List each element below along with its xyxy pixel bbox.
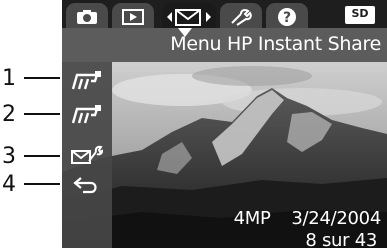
menu-title-bar: Menu HP Instant Share bbox=[62, 28, 387, 62]
setup-wrench-icon bbox=[231, 8, 252, 26]
menu-title: Menu HP Instant Share bbox=[170, 33, 381, 55]
callout-line bbox=[24, 113, 60, 115]
share-envelope-icon bbox=[167, 8, 211, 26]
callout-number: 2 bbox=[2, 102, 16, 127]
hp-destination-1-icon bbox=[71, 71, 101, 90]
menu-item-destination-1[interactable] bbox=[66, 68, 106, 94]
callout-1: 1 bbox=[0, 66, 62, 91]
tab-capture[interactable] bbox=[66, 3, 108, 30]
share-menu-sidebar bbox=[62, 62, 112, 248]
tab-playback[interactable] bbox=[112, 3, 154, 30]
callout-line bbox=[24, 155, 60, 157]
date-label: 3/24/2004 bbox=[291, 208, 381, 229]
tab-setup[interactable] bbox=[220, 3, 262, 30]
callout-number: 4 bbox=[2, 172, 16, 197]
camera-screen: ? SD Menu HP Instant Share 4MP 3/24/2004… bbox=[62, 0, 387, 248]
tab-help[interactable]: ? bbox=[266, 3, 308, 30]
share-setup-icon bbox=[71, 145, 103, 164]
callout-number: 3 bbox=[2, 144, 16, 169]
callout-number: 1 bbox=[2, 66, 16, 91]
tab-instant-share[interactable] bbox=[162, 3, 216, 30]
image-counter: 8 sur 43 bbox=[305, 230, 377, 248]
back-arrow-icon bbox=[73, 177, 97, 194]
hp-destination-2-icon bbox=[71, 105, 101, 124]
camera-icon bbox=[77, 9, 97, 24]
memory-card-label: SD bbox=[351, 7, 369, 20]
callout-3: 3 bbox=[0, 144, 62, 169]
help-icon: ? bbox=[278, 7, 296, 26]
svg-text:?: ? bbox=[283, 10, 291, 26]
photo-info: 4MP 3/24/2004 bbox=[233, 208, 382, 229]
memory-card-indicator: SD bbox=[345, 6, 375, 24]
menu-tab-bar: ? SD bbox=[62, 0, 387, 30]
callout-line bbox=[24, 77, 60, 79]
playback-icon bbox=[122, 8, 144, 25]
callout-4: 4 bbox=[0, 172, 62, 197]
callout-2: 2 bbox=[0, 102, 62, 127]
resolution-label: 4MP bbox=[233, 208, 271, 229]
callout-line bbox=[24, 183, 60, 185]
menu-item-share-setup[interactable] bbox=[66, 142, 106, 168]
menu-item-destination-2[interactable] bbox=[66, 102, 106, 128]
menu-item-back[interactable] bbox=[66, 172, 106, 198]
